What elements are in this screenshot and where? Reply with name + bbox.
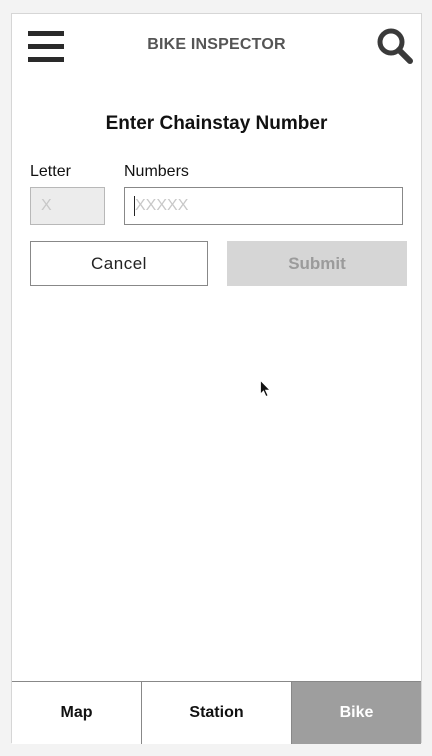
app-header: BIKE INSPECTOR: [12, 14, 421, 76]
cancel-button[interactable]: Cancel: [30, 241, 208, 286]
menu-bar: [28, 57, 64, 62]
tab-station[interactable]: Station: [142, 682, 292, 744]
search-icon[interactable]: [376, 27, 414, 65]
text-caret: [134, 196, 135, 216]
tab-bike[interactable]: Bike: [292, 682, 421, 744]
numbers-label: Numbers: [124, 163, 189, 180]
submit-button[interactable]: Submit: [227, 241, 407, 286]
mouse-pointer-icon: [260, 379, 272, 398]
app-frame: BIKE INSPECTOR Enter Chainstay Number Le…: [11, 13, 422, 744]
letter-field: [30, 187, 105, 225]
bottom-tab-bar: Map Station Bike: [12, 681, 421, 744]
app-title: BIKE INSPECTOR: [147, 36, 286, 53]
numbers-field[interactable]: [124, 187, 403, 225]
letter-label: Letter: [30, 163, 71, 180]
form-title: Enter Chainstay Number: [105, 113, 328, 134]
tab-map[interactable]: Map: [12, 682, 142, 744]
